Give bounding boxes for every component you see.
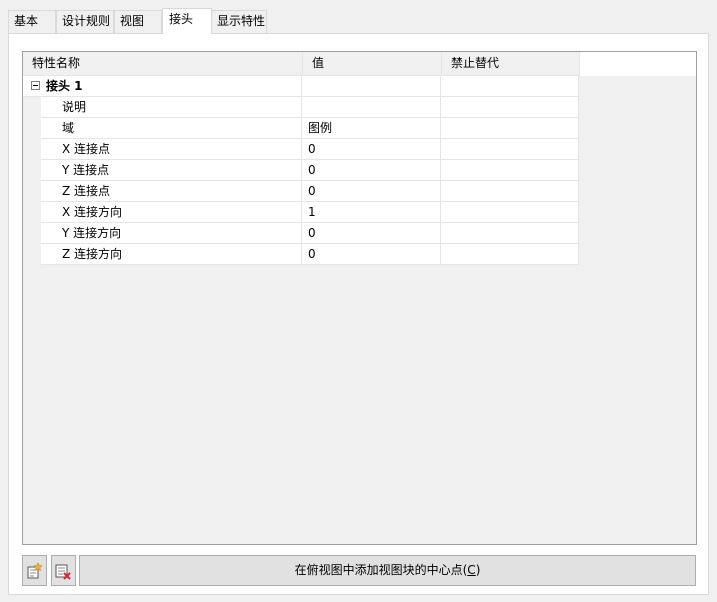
tab-label: 视图 [120,14,145,28]
row-indent [23,97,41,118]
row-indent [23,160,41,181]
property-value-cell[interactable]: 0 [302,160,441,181]
tab-label: 接头 [169,12,194,26]
group-name-cell: 接头 1 [23,76,302,97]
property-name-cell: 说明 [41,97,302,118]
property-override-cell[interactable] [441,160,579,181]
property-override-cell[interactable] [441,139,579,160]
table-row[interactable]: Y 连接点 0 [23,160,579,181]
grid-header: 特性名称 值 禁止替代 [23,52,696,76]
property-name-cell: Z 连接点 [41,181,302,202]
property-override-cell[interactable] [441,97,579,118]
property-override-cell[interactable] [441,223,579,244]
table-row[interactable]: X 连接方向 1 [23,202,579,223]
group-row-connector[interactable]: 接头 1 [23,76,579,97]
property-override-cell[interactable] [441,244,579,265]
property-name-cell: Y 连接点 [41,160,302,181]
table-row[interactable]: Y 连接方向 0 [23,223,579,244]
column-header-value[interactable]: 值 [303,52,442,76]
button-label-suffix: ) [475,563,481,577]
row-indent [23,139,41,160]
button-label: 在俯视图中添加视图块的中心点( [294,563,468,577]
column-header-property-name[interactable]: 特性名称 [23,52,303,76]
button-accelerator-key: C [467,563,476,577]
group-override-cell [441,76,579,97]
property-name-cell: 域 [41,118,302,139]
property-grid: 特性名称 值 禁止替代 接头 1 说明 域 图例 X 连接点 0 Y 连接点 0 [22,51,697,545]
tab-views[interactable]: 视图 [114,10,162,33]
tab-label: 显示特性 [217,14,266,28]
property-name-cell: X 连接点 [41,139,302,160]
row-indent [23,118,41,139]
property-value-cell[interactable]: 0 [302,244,441,265]
tab-basic[interactable]: 基本 [8,10,56,33]
property-value-cell[interactable]: 图例 [302,118,441,139]
table-row[interactable]: 说明 [23,97,579,118]
add-center-point-button[interactable]: 在俯视图中添加视图块的中心点(C) [79,555,696,586]
add-item-icon [27,562,43,579]
table-row[interactable]: X 连接点 0 [23,139,579,160]
tab-design-rules[interactable]: 设计规则 [56,10,114,33]
delete-item-button[interactable] [51,555,76,586]
property-value-cell[interactable]: 0 [302,223,441,244]
table-row[interactable]: 域 图例 [23,118,579,139]
tab-connectors[interactable]: 接头 [162,8,212,34]
column-header-override[interactable]: 禁止替代 [442,52,580,76]
property-override-cell[interactable] [441,202,579,223]
property-name-cell: X 连接方向 [41,202,302,223]
add-item-button[interactable] [22,555,47,586]
table-row[interactable]: Z 连接方向 0 [23,244,579,265]
property-override-cell[interactable] [441,181,579,202]
row-indent [23,223,41,244]
property-value-cell[interactable]: 0 [302,139,441,160]
property-value-cell[interactable]: 1 [302,202,441,223]
tab-label: 设计规则 [62,14,111,28]
property-value-cell[interactable] [302,97,441,118]
delete-item-icon [55,564,71,580]
row-indent [23,202,41,223]
tab-label: 基本 [14,14,39,28]
group-value-cell [302,76,441,97]
group-label: 接头 1 [46,79,83,93]
property-value-cell[interactable]: 0 [302,181,441,202]
property-name-cell: Y 连接方向 [41,223,302,244]
collapse-toggle-icon[interactable] [31,81,40,90]
tab-display-properties[interactable]: 显示特性 [211,10,267,33]
row-indent [23,244,41,265]
table-row[interactable]: Z 连接点 0 [23,181,579,202]
property-override-cell[interactable] [441,118,579,139]
header-filler [580,52,696,76]
row-indent [23,181,41,202]
property-name-cell: Z 连接方向 [41,244,302,265]
